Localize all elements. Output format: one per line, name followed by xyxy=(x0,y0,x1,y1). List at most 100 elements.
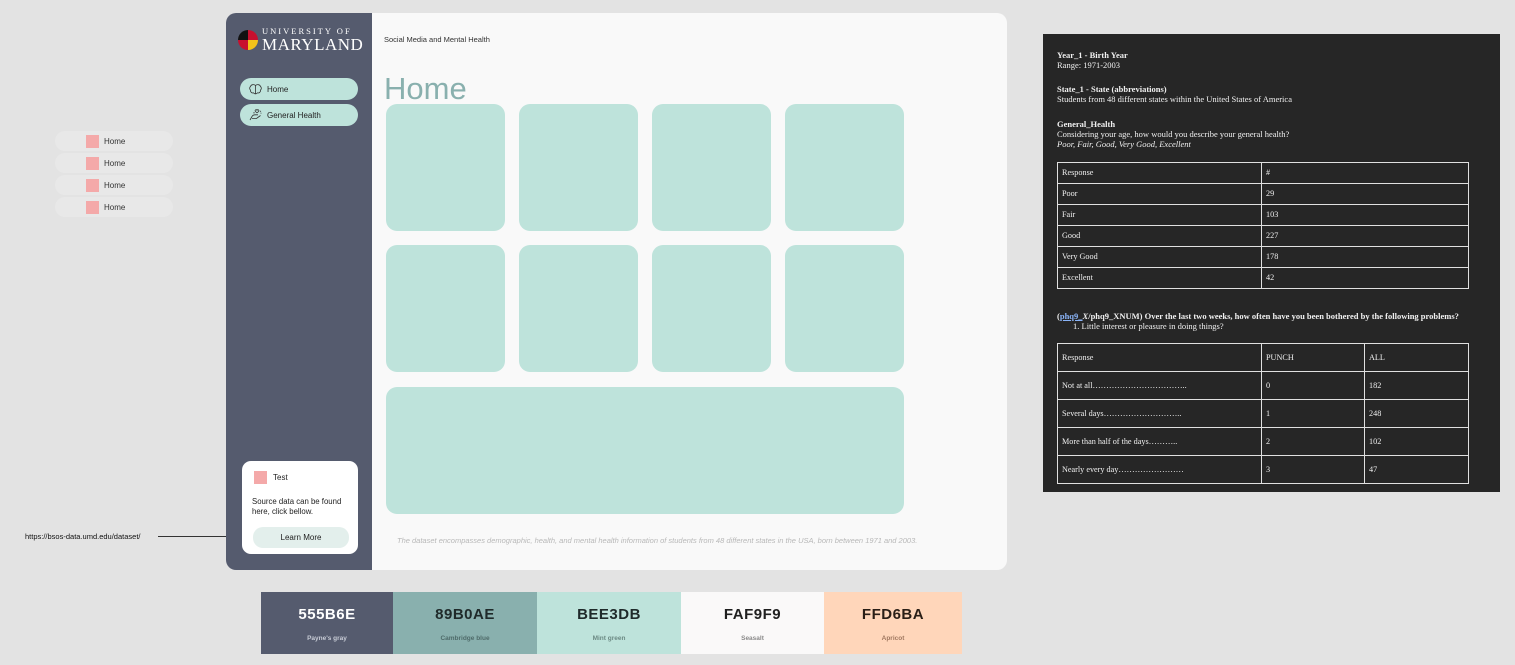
maryland-flag-icon xyxy=(238,29,258,50)
placeholder-icon xyxy=(86,134,99,148)
codebook-panel: Year_1 - Birth Year Range: 1971-2003 Sta… xyxy=(1043,34,1500,492)
table-header-row: Response # xyxy=(1057,162,1469,184)
source-card: Test Source data can be found here, clic… xyxy=(242,461,358,554)
variable-question: Considering your age, how would you desc… xyxy=(1057,129,1290,139)
dataset-description: The dataset encompasses demographic, hea… xyxy=(397,536,918,545)
table-row: Good 227 xyxy=(1057,225,1469,247)
table-cell: Nearly every day…………………… xyxy=(1057,455,1262,484)
table-header-row: Response PUNCH ALL xyxy=(1057,343,1469,372)
table-cell: 182 xyxy=(1364,371,1469,400)
dashboard-tile[interactable] xyxy=(519,245,638,372)
swatch-name: Cambridge blue xyxy=(440,635,490,642)
dashboard-wide-tile[interactable] xyxy=(386,387,904,514)
phq9-table: Response PUNCH ALL Not at all……………………………… xyxy=(1057,343,1469,484)
table-cell: More than half of the days……….. xyxy=(1057,427,1262,456)
card-label: Test xyxy=(273,473,288,482)
hand-heart-icon xyxy=(249,109,262,121)
component-nav-item[interactable]: Home xyxy=(55,197,173,217)
swatch-name: Mint green xyxy=(592,635,626,642)
table-header-cell: # xyxy=(1261,162,1469,184)
table-cell: 47 xyxy=(1364,455,1469,484)
sidebar-item-label: General Health xyxy=(267,110,321,120)
table-cell: 227 xyxy=(1261,225,1469,247)
swatch-hex: BEE3DB xyxy=(577,606,641,623)
table-cell: Fair xyxy=(1057,204,1262,226)
table-cell: Very Good xyxy=(1057,246,1262,268)
dashboard-tile[interactable] xyxy=(785,104,904,231)
component-nav-item[interactable]: Home xyxy=(55,131,173,151)
general-health-table: Response # Poor 29 Fair 103 Good 227 Very G… xyxy=(1057,162,1469,289)
sidebar-item-home[interactable]: Home xyxy=(240,78,358,100)
sidebar-item-general-health[interactable]: General Health xyxy=(240,104,358,126)
color-palette: 555B6E Payne's gray 89B0AE Cambridge blu… xyxy=(261,592,962,654)
sidebar-item-label: Home xyxy=(267,84,289,94)
table-header-cell: PUNCH xyxy=(1261,343,1365,372)
phq-link[interactable]: phq9_ xyxy=(1060,311,1083,321)
source-url-annotation: https://bsos-data.umd.edu/dataset/ xyxy=(25,532,141,541)
variable-desc: Students from 48 different states within… xyxy=(1057,94,1292,104)
variable-title: General_Health xyxy=(1057,119,1116,129)
placeholder-icon xyxy=(86,178,99,192)
dashboard-tile[interactable] xyxy=(652,245,771,372)
table-header-cell: Response xyxy=(1057,162,1262,184)
table-row: Excellent 42 xyxy=(1057,267,1469,289)
table-cell: 2 xyxy=(1261,427,1365,456)
table-cell: Several days……………………….. xyxy=(1057,399,1262,428)
placeholder-icon xyxy=(254,471,267,484)
table-row: Not at all…………………………….. 0 182 xyxy=(1057,371,1469,400)
swatch-hex: FAF9F9 xyxy=(723,606,782,623)
card-description: Source data can be found here, click bel… xyxy=(252,497,342,516)
swatch-name: Seasalt xyxy=(741,635,764,642)
phq-item: 1. Little interest or pleasure in doing … xyxy=(1073,321,1224,331)
component-nav-item[interactable]: Home xyxy=(55,175,173,195)
phq-title: /phq9_XNUM) Over the last two weeks, how… xyxy=(1088,311,1459,321)
table-cell: Good xyxy=(1057,225,1262,247)
table-header-cell: Response xyxy=(1057,343,1262,372)
app-frame: UNIVERSITY OF MARYLAND Home General Heal… xyxy=(226,13,1007,570)
table-row: Nearly every day…………………… 3 47 xyxy=(1057,455,1469,484)
table-row: Poor 29 xyxy=(1057,183,1469,205)
swatch-name: Apricot xyxy=(881,635,905,642)
swatch-hex: 89B0AE xyxy=(435,606,495,623)
page-title: Home xyxy=(384,71,467,106)
dashboard-tile[interactable] xyxy=(785,245,904,372)
dashboard-tile[interactable] xyxy=(519,104,638,231)
variable-title: State_1 - State (abbreviations) xyxy=(1057,84,1167,94)
table-header-cell: ALL xyxy=(1364,343,1469,372)
table-cell: 3 xyxy=(1261,455,1365,484)
table-cell: 42 xyxy=(1261,267,1469,289)
color-swatch: BEE3DB Mint green xyxy=(537,592,681,654)
placeholder-icon xyxy=(86,200,99,214)
table-cell: 248 xyxy=(1364,399,1469,428)
table-cell: Poor xyxy=(1057,183,1262,205)
table-cell: 102 xyxy=(1364,427,1469,456)
table-row: Several days……………………….. 1 248 xyxy=(1057,399,1469,428)
table-cell: 1 xyxy=(1261,399,1365,428)
color-swatch: 555B6E Payne's gray xyxy=(261,592,393,654)
dashboard-tile[interactable] xyxy=(386,245,505,372)
sidebar: UNIVERSITY OF MARYLAND Home General Heal… xyxy=(226,13,372,570)
table-row: More than half of the days……….. 2 102 xyxy=(1057,427,1469,456)
swatch-hex: 555B6E xyxy=(298,606,356,623)
placeholder-icon xyxy=(86,156,99,170)
color-swatch: 89B0AE Cambridge blue xyxy=(393,592,537,654)
dashboard-tile[interactable] xyxy=(386,104,505,231)
swatch-hex: FFD6BA xyxy=(861,606,925,623)
variable-desc: Range: 1971-2003 xyxy=(1057,60,1121,70)
learn-more-button[interactable]: Learn More xyxy=(253,527,349,548)
logo-line2: MARYLAND xyxy=(262,34,364,54)
swatch-name: Payne's gray xyxy=(307,635,347,642)
variable-options: Poor, Fair, Good, Very Good, Excellent xyxy=(1057,139,1191,149)
table-cell: 103 xyxy=(1261,204,1469,226)
table-cell: 178 xyxy=(1261,246,1469,268)
table-row: Fair 103 xyxy=(1057,204,1469,226)
table-cell: 0 xyxy=(1261,371,1365,400)
dashboard-tile[interactable] xyxy=(652,104,771,231)
table-row: Very Good 178 xyxy=(1057,246,1469,268)
color-swatch: FFD6BA Apricot xyxy=(824,592,962,654)
breadcrumb: Social Media and Mental Health xyxy=(384,35,490,44)
table-cell: Excellent xyxy=(1057,267,1262,289)
color-swatch: FAF9F9 Seasalt xyxy=(681,592,824,654)
variable-title: Year_1 - Birth Year xyxy=(1057,50,1128,60)
component-nav-item[interactable]: Home xyxy=(55,153,173,173)
